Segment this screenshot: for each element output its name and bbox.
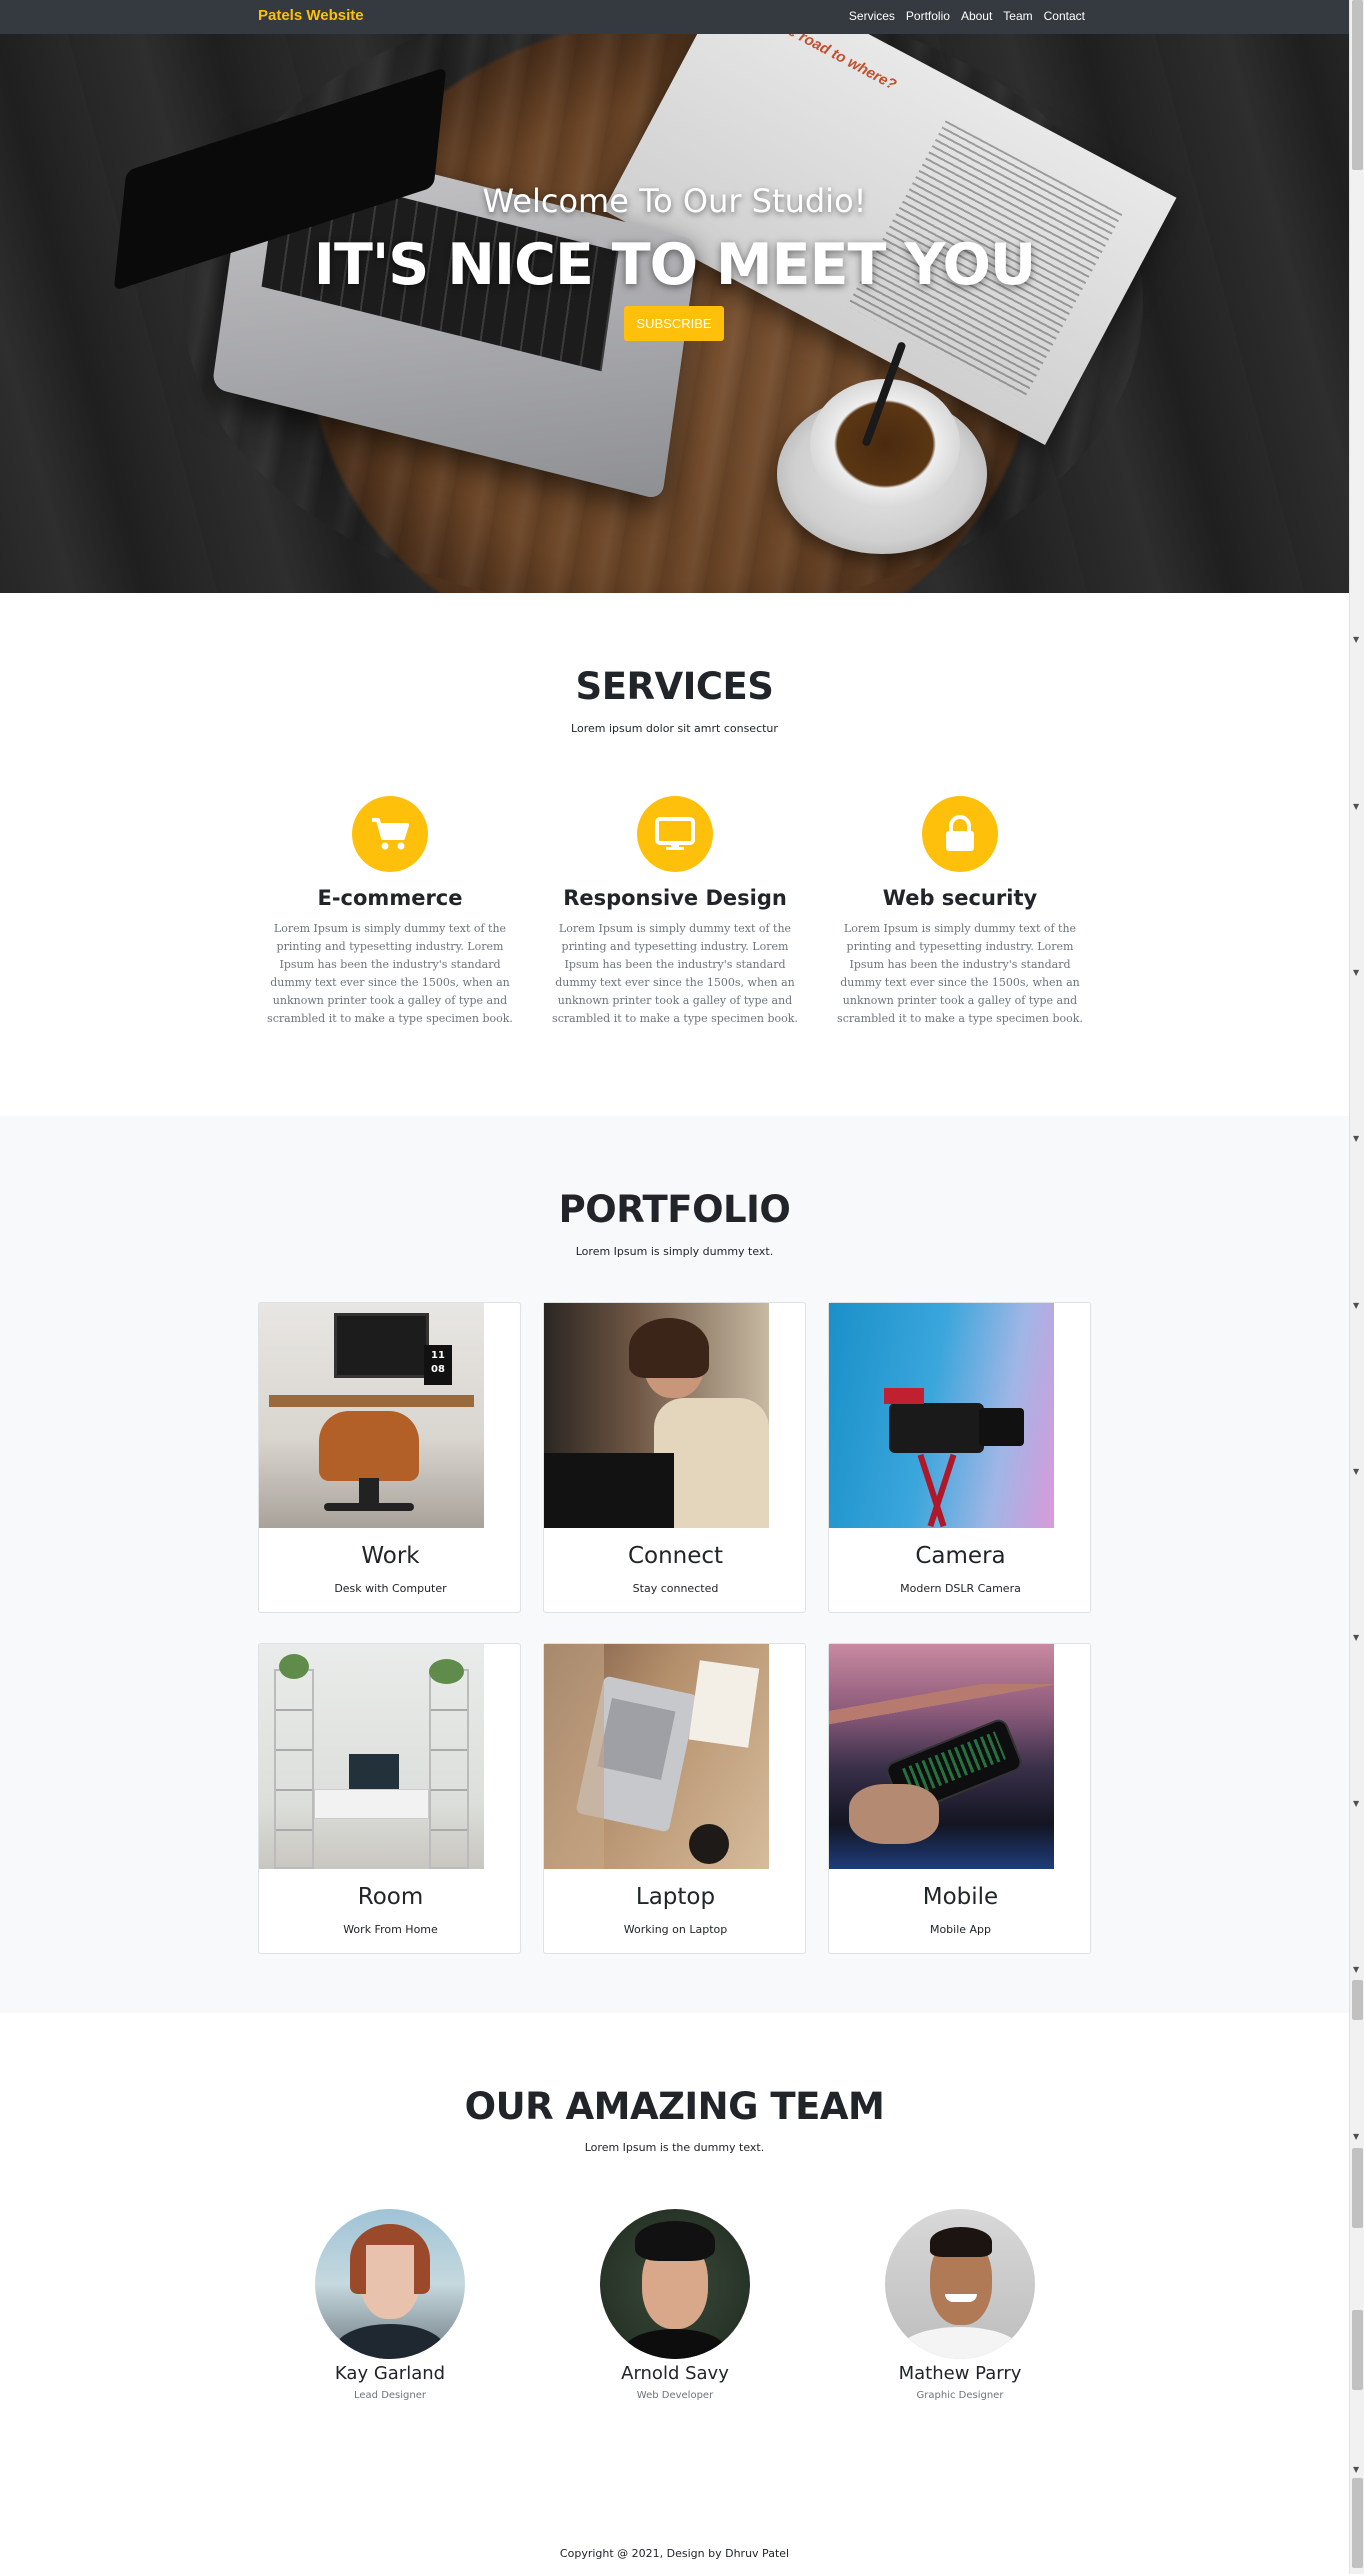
nav-link-about[interactable]: About [961,9,992,23]
team-member-role: Web Developer [636,2390,714,2401]
brand-logo[interactable]: Patels Website [258,7,364,24]
avatar [315,2209,465,2359]
portfolio-title: PORTFOLIO [558,1188,791,1231]
team-subtitle: Lorem Ipsum is the dummy text. [584,2141,765,2154]
scrollbar-thumb[interactable] [1352,2310,1363,2390]
services-title: SERVICES [575,665,774,708]
portfolio-card-title: Work [361,1543,420,1569]
clock-display: 11 08 [424,1345,452,1385]
portfolio-card-mobile[interactable]: Mobile Mobile App [828,1643,1091,1954]
team-member-mathew-parry: Mathew Parry Graphic Designer [828,2209,1092,2401]
portfolio-card-title: Connect [627,1543,724,1569]
scroll-down-icon[interactable]: ▼ [1353,969,1359,977]
portfolio-card-subtitle: Mobile App [929,1923,992,1936]
hero-section: On the road to where? Welcome To Our Stu… [0,34,1349,593]
scrollbar-thumb[interactable] [1352,2148,1363,2228]
scroll-down-icon[interactable]: ▼ [1353,1302,1359,1310]
hero-welcome-text: Welcome To Our Studio! [482,182,867,220]
portfolio-card-subtitle: Working on Laptop [623,1923,728,1936]
nav-link-portfolio[interactable]: Portfolio [906,9,950,23]
scroll-down-icon[interactable]: ▼ [1353,1966,1359,1974]
nav-link-contact[interactable]: Contact [1044,9,1085,23]
scroll-down-icon[interactable]: ▼ [1353,1468,1359,1476]
portfolio-card-room[interactable]: Room Work From Home [258,1643,521,1954]
service-description: Lorem Ipsum is simply dummy text of the … [552,922,798,1025]
portfolio-image-woman-phone [544,1303,769,1528]
portfolio-card-subtitle: Stay connected [632,1582,719,1595]
nav-links: Services Portfolio About Team Contact [849,9,1085,23]
scrollbar-thumb[interactable] [1352,1980,1363,2020]
team-member-role: Lead Designer [354,2390,426,2401]
portfolio-card-camera[interactable]: Camera Modern DSLR Camera [828,1302,1091,1613]
team-title: OUR AMAZING TEAM [464,2085,885,2128]
service-description: Lorem Ipsum is simply dummy text of the … [837,922,1083,1025]
monitor-icon [637,796,713,872]
service-description: Lorem Ipsum is simply dummy text of the … [267,922,513,1025]
nav-link-team[interactable]: Team [1003,9,1032,23]
service-responsive-design: Responsive Design Lorem Ipsum is simply … [543,796,807,1028]
portfolio-card-subtitle: Desk with Computer [334,1582,447,1595]
service-ecommerce: E-commerce Lorem Ipsum is simply dummy t… [258,796,522,1028]
portfolio-card-subtitle: Work From Home [343,1923,438,1936]
footer-copyright: Copyright @ 2021, Design by Dhruv Patel [559,2547,790,2560]
scroll-down-icon[interactable]: ▼ [1353,1135,1359,1143]
team-member-name: Mathew Parry [898,2363,1022,2384]
scroll-down-icon[interactable]: ▼ [1353,1634,1359,1642]
portfolio-card-title: Laptop [635,1884,716,1910]
avatar [885,2209,1035,2359]
portfolio-card-title: Mobile [922,1884,999,1910]
avatar [600,2209,750,2359]
portfolio-card-title: Camera [915,1543,1006,1569]
team-member-name: Kay Garland [334,2363,446,2384]
subscribe-button[interactable]: SUBSCRIBE [624,306,724,341]
scroll-down-icon[interactable]: ▼ [1353,636,1359,644]
portfolio-image-room [259,1644,484,1869]
portfolio-card-connect[interactable]: Connect Stay connected [543,1302,806,1613]
service-title: E-commerce [317,886,463,910]
lock-icon [922,796,998,872]
portfolio-card-laptop[interactable]: Laptop Working on Laptop [543,1643,806,1954]
team-member-role: Graphic Designer [916,2390,1004,2401]
services-subtitle: Lorem ipsum dolor sit amrt consectur [571,722,778,735]
portfolio-image-desk: 11 08 [259,1303,484,1528]
scroll-down-icon[interactable]: ▼ [1353,2466,1359,2474]
portfolio-image-mobile [829,1644,1054,1869]
portfolio-card-work[interactable]: 11 08 Work Desk with Computer [258,1302,521,1613]
scrollbar-thumb[interactable] [1352,0,1363,170]
portfolio-card-title: Room [357,1884,424,1910]
portfolio-card-subtitle: Modern DSLR Camera [900,1582,1021,1595]
service-title: Responsive Design [563,886,787,910]
portfolio-image-laptop [544,1644,769,1869]
cart-icon [352,796,428,872]
service-web-security: Web security Lorem Ipsum is simply dummy… [828,796,1092,1028]
portfolio-image-camera [829,1303,1054,1528]
team-member-kay-garland: Kay Garland Lead Designer [258,2209,522,2401]
page-viewport: Patels Website Services Portfolio About … [0,0,1349,2574]
scrollbar-thumb[interactable] [1352,2478,1363,2568]
scroll-down-icon[interactable]: ▼ [1353,2133,1359,2141]
scroll-down-icon[interactable]: ▼ [1353,1800,1359,1808]
navbar: Patels Website Services Portfolio About … [0,0,1349,34]
portfolio-subtitle: Lorem Ipsum is simply dummy text. [575,1245,774,1258]
hero-title: IT'S NICE TO MEET YOU [313,232,1036,298]
team-member-name: Arnold Savy [621,2363,729,2384]
scroll-down-icon[interactable]: ▼ [1353,803,1359,811]
team-member-arnold-savy: Arnold Savy Web Developer [543,2209,807,2401]
nav-link-services[interactable]: Services [849,9,895,23]
service-title: Web security [882,886,1038,910]
magazine-heading: On the road to where? [750,34,900,94]
page-scrollbar[interactable]: ▼ ▼ ▼ ▼ ▼ ▼ ▼ ▼ ▼ ▼ ▼ [1349,0,1364,2574]
